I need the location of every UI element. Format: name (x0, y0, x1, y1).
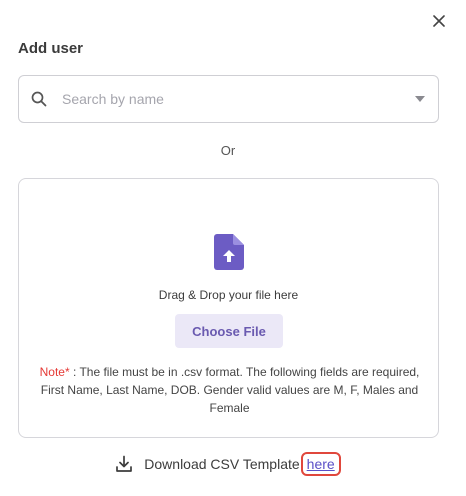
choose-file-button[interactable]: Choose File (175, 314, 283, 348)
download-template-text: Download CSV Template (144, 456, 300, 472)
add-user-dialog: Add user Or Drag & Drop your file here C… (0, 0, 466, 496)
file-upload-icon (214, 234, 244, 270)
search-select[interactable] (18, 75, 439, 123)
note-label: Note* (39, 365, 70, 379)
dialog-title: Add user (18, 40, 84, 57)
drag-drop-text: Drag & Drop your file here (158, 288, 299, 302)
search-input[interactable] (60, 90, 414, 108)
or-separator: Or (220, 143, 236, 158)
search-icon (30, 90, 48, 108)
download-icon (115, 455, 133, 473)
close-button[interactable] (428, 10, 450, 32)
caret-down-icon[interactable] (414, 93, 426, 105)
file-dropzone[interactable]: Drag & Drop your file here Choose File N… (18, 178, 439, 438)
close-icon (433, 15, 445, 27)
note-text: : The file must be in .csv format. The f… (40, 365, 420, 415)
download-template-link[interactable]: here (300, 452, 341, 476)
file-format-note: Note* : The file must be in .csv format.… (39, 363, 420, 417)
download-template-row: Download CSV Template here (0, 452, 456, 476)
